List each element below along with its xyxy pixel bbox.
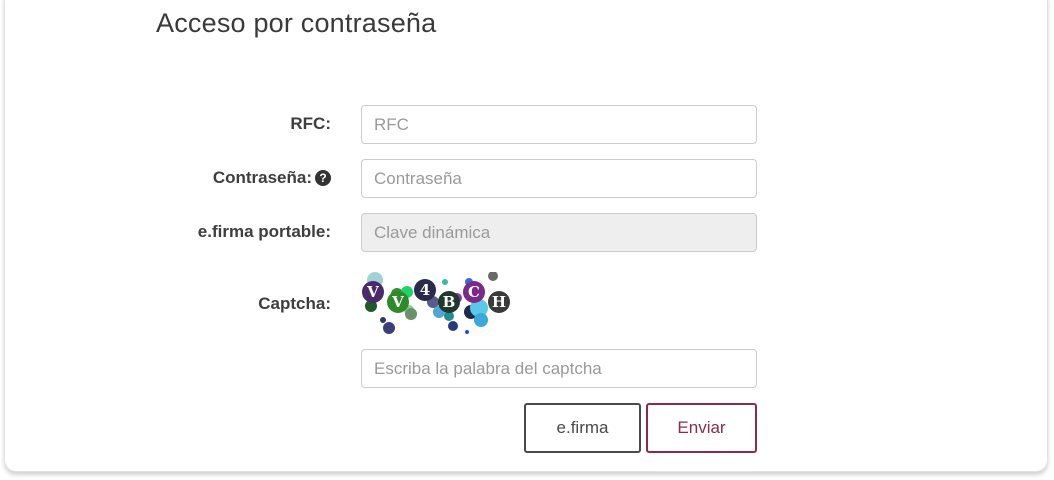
- captcha-input[interactable]: [361, 349, 757, 388]
- password-label: Contraseña:: [212, 168, 312, 187]
- question-circle-icon[interactable]: ?: [315, 170, 331, 186]
- captcha-char: 4: [420, 281, 430, 299]
- rfc-label: RFC:: [290, 114, 331, 133]
- captcha-char: C: [468, 283, 480, 301]
- rfc-input[interactable]: [361, 105, 757, 144]
- efirma-portable-label: e.firma portable:: [197, 222, 331, 241]
- dynamic-key-input: [361, 213, 757, 252]
- captcha-char: H: [492, 293, 506, 311]
- password-label-row: Contraseña:?: [213, 168, 331, 188]
- captcha-char: V: [391, 293, 404, 311]
- captcha-image: V V 4 B C H: [361, 271, 517, 341]
- captcha-char: B: [443, 293, 456, 311]
- submit-button[interactable]: Enviar: [646, 403, 757, 453]
- page-title: Acceso por contraseña: [156, 8, 437, 38]
- captcha-char: V: [366, 283, 379, 301]
- captcha-label: Captcha:: [258, 294, 331, 313]
- efirma-button[interactable]: e.firma: [524, 403, 641, 453]
- password-input[interactable]: [361, 159, 757, 198]
